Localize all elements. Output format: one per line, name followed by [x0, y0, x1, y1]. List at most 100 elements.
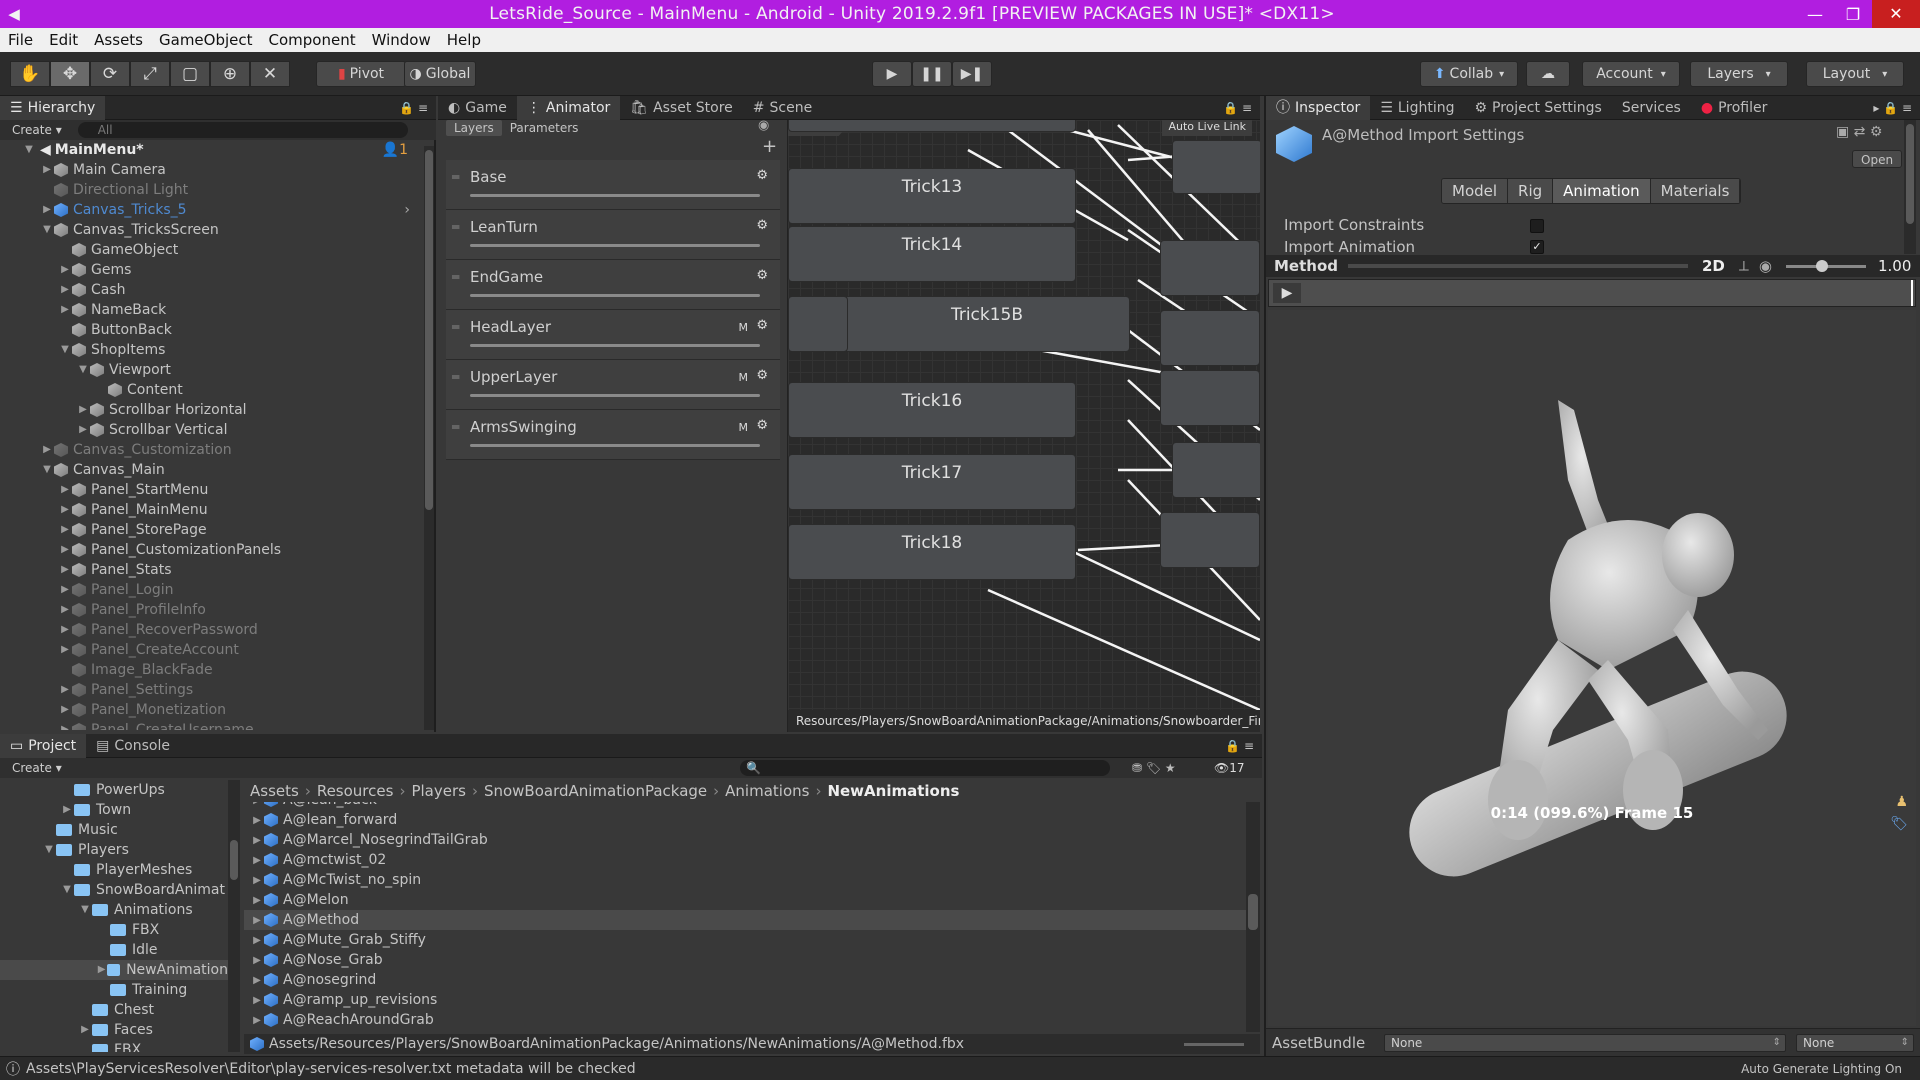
folder-tree-scroll-thumb[interactable] — [230, 840, 238, 880]
menu-edit[interactable]: Edit — [41, 31, 86, 49]
drag-handle-icon[interactable]: ═ — [452, 320, 459, 334]
preview-drag-bar[interactable] — [1348, 264, 1688, 268]
folder-item[interactable]: FBX — [0, 1040, 228, 1052]
breadcrumb-current[interactable]: NewAnimations — [827, 782, 959, 800]
state-node[interactable]: Trick17 — [788, 454, 1076, 510]
chevron-right-icon[interactable]: ▶ — [58, 620, 72, 640]
state-node[interactable]: Trick14 — [788, 226, 1076, 282]
layer-weight-slider[interactable] — [470, 294, 760, 297]
preview-2d-toggle[interactable]: 2D — [1702, 257, 1725, 275]
menu-help[interactable]: Help — [439, 31, 489, 49]
animator-layer[interactable]: ═ EndGame ⚙ — [446, 260, 780, 310]
account-dropdown[interactable]: Account ▾ — [1582, 61, 1680, 87]
chevron-right-icon[interactable]: ▶ — [250, 935, 264, 946]
hierarchy-item[interactable]: ▶ Panel_Login — [0, 580, 420, 600]
chevron-right-icon[interactable]: ▶ — [250, 975, 264, 986]
maximize-button[interactable]: ❐ — [1834, 5, 1872, 24]
chevron-down-icon[interactable]: ▼ — [40, 460, 54, 480]
hierarchy-item[interactable]: ▶ NameBack — [0, 300, 420, 320]
chevron-down-icon[interactable]: ▼ — [42, 840, 56, 860]
asset-row[interactable]: ▶ A@ramp_up_revisions — [244, 990, 1246, 1010]
hierarchy-item[interactable]: ▶ Panel_ProfileInfo — [0, 600, 420, 620]
folder-item[interactable]: ▼ SnowBoardAnimat — [0, 880, 228, 900]
state-node[interactable] — [788, 296, 848, 352]
assetbundle-name-dropdown[interactable]: None — [1384, 1034, 1786, 1052]
layers-tab[interactable]: Layers — [446, 120, 502, 136]
preview-viewport[interactable]: 0:14 (099.6%) Frame 15 ♟ 🏷 — [1268, 310, 1916, 1026]
state-node[interactable] — [1160, 370, 1260, 426]
chevron-right-icon[interactable]: ▶ — [40, 160, 54, 180]
add-layer-button[interactable]: + — [762, 136, 777, 157]
asset-list-scrollbar[interactable] — [1246, 802, 1260, 1032]
preview-play-button[interactable]: ▶ — [1273, 283, 1301, 303]
hierarchy-item[interactable]: ▶ Panel_Settings — [0, 680, 420, 700]
hierarchy-scrollbar[interactable] — [424, 146, 434, 730]
chevron-right-icon[interactable]: ▶ — [250, 815, 264, 826]
asset-row[interactable]: ▶ A@Melon — [244, 890, 1246, 910]
chevron-right-icon[interactable]: ▶ — [250, 802, 264, 806]
asset-row[interactable]: ▶ A@Method — [244, 910, 1246, 930]
folder-item[interactable]: Chest — [0, 1000, 228, 1020]
assetbundle-variant-dropdown[interactable]: None — [1796, 1034, 1914, 1052]
asset-row[interactable]: ▶ A@Marcel_NosegrindTailGrab — [244, 830, 1246, 850]
asset-row[interactable]: ▶ A@lean_back — [244, 802, 1246, 810]
gear-icon[interactable]: ⚙ — [756, 168, 768, 183]
hierarchy-item[interactable]: ▼ Canvas_TricksScreen — [0, 220, 420, 240]
hierarchy-item[interactable]: Directional Light — [0, 180, 420, 200]
chevron-right-icon[interactable]: ▶ — [58, 520, 72, 540]
folder-item[interactable]: Music — [0, 820, 228, 840]
hierarchy-item[interactable]: ▶ Panel_CustomizationPanels — [0, 540, 420, 560]
pivot-toggle-icon[interactable]: ⟂ — [1739, 257, 1749, 275]
folder-item[interactable]: PlayerMeshes — [0, 860, 228, 880]
hierarchy-item[interactable]: ▶ Cash — [0, 280, 420, 300]
chevron-right-icon[interactable]: ▶ — [58, 280, 72, 300]
layer-weight-slider[interactable] — [470, 444, 760, 447]
hierarchy-item[interactable]: Content — [0, 380, 420, 400]
tab-profiler[interactable]: ● Profiler — [1691, 96, 1778, 120]
speed-slider-thumb[interactable] — [1816, 259, 1828, 272]
chevron-right-icon[interactable]: ▶ — [76, 420, 90, 440]
project-search-input[interactable]: 🔍 — [740, 760, 1110, 776]
hierarchy-item[interactable]: Image_BlackFade — [0, 660, 420, 680]
parameters-tab[interactable]: Parameters — [502, 120, 587, 136]
avatar-icon[interactable]: ♟ — [1895, 794, 1908, 810]
hierarchy-create-button[interactable]: Create ▾ — [0, 123, 74, 137]
folder-item[interactable]: ▶ Town — [0, 800, 228, 820]
folder-item[interactable]: ▼ Animations — [0, 900, 228, 920]
tab-model[interactable]: Model — [1442, 179, 1509, 203]
tab-asset-store[interactable]: 🛍 Asset Store — [620, 96, 743, 120]
hierarchy-item[interactable]: ButtonBack — [0, 320, 420, 340]
hierarchy-item[interactable]: ▼ ShopItems — [0, 340, 420, 360]
scene-row[interactable]: ▼ ◀ MainMenu* 👤1 — [0, 140, 420, 160]
breadcrumb-item[interactable]: Resources — [317, 782, 394, 800]
hierarchy-item[interactable]: ▶ Panel_CreateUsername — [0, 720, 420, 730]
cloud-icon[interactable]: ☁ — [1526, 61, 1570, 87]
state-node[interactable]: Trick18 — [788, 524, 1076, 580]
tab-materials[interactable]: Materials — [1650, 179, 1741, 203]
tab-inspector[interactable]: ⓘ Inspector — [1266, 95, 1371, 120]
inspector-menu-icon[interactable]: ▸ 🔒 ≡ — [1873, 101, 1912, 115]
chevron-right-icon[interactable]: ▶ — [58, 300, 72, 320]
tab-console[interactable]: ▤ Console — [86, 734, 180, 758]
folder-item[interactable]: Training — [0, 980, 228, 1000]
asset-row[interactable]: ▶ A@mctwist_02 — [244, 850, 1246, 870]
tab-animation[interactable]: Animation — [1553, 179, 1651, 203]
hierarchy-search-input[interactable]: All — [77, 122, 408, 138]
project-menu-icon[interactable]: 🔒 ≡ — [1225, 739, 1254, 753]
drag-handle-icon[interactable]: ═ — [452, 420, 459, 434]
chevron-right-icon[interactable]: ▶ — [250, 915, 264, 926]
hierarchy-item[interactable]: ▶ Scrollbar Vertical — [0, 420, 420, 440]
auto-lighting-status[interactable]: Auto Generate Lighting On — [1741, 1062, 1902, 1076]
chevron-right-icon[interactable]: ▶ — [76, 400, 90, 420]
chevron-right-icon[interactable]: ▶ — [58, 720, 72, 730]
timeline-playhead[interactable] — [1911, 280, 1913, 306]
layout-dropdown[interactable]: Layout ▾ — [1806, 61, 1904, 87]
drag-handle-icon[interactable]: ═ — [452, 170, 459, 184]
hierarchy-item[interactable]: ▶ Main Camera — [0, 160, 420, 180]
state-node[interactable]: Trick13 — [788, 168, 1076, 224]
chevron-right-icon[interactable]: ▶ — [58, 580, 72, 600]
asset-row[interactable]: ▶A@Rewind_No_Grab — [244, 1030, 1246, 1032]
chevron-right-icon[interactable]: ▶ — [58, 600, 72, 620]
drag-handle-icon[interactable]: ═ — [452, 370, 459, 384]
hierarchy-item[interactable]: ▶ Panel_StartMenu — [0, 480, 420, 500]
